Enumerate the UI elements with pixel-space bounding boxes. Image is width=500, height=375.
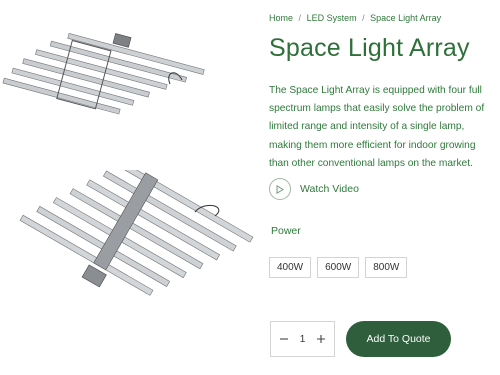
power-option-400w[interactable]: 400W [269,257,312,278]
watch-video-button[interactable]: Watch Video [269,178,359,200]
add-to-quote-button[interactable]: Add To Quote [346,321,451,357]
power-options: 400W 600W 800W [269,257,408,278]
play-icon[interactable] [269,178,291,200]
minus-icon[interactable] [277,332,291,346]
power-option-600w[interactable]: 600W [317,257,360,278]
power-option-800w[interactable]: 800W [365,257,408,278]
breadcrumb-separator: / [298,13,302,23]
breadcrumb-home[interactable]: Home [269,13,293,23]
page-title: Space Light Array [269,34,470,62]
watch-video-label[interactable]: Watch Video [300,183,359,195]
breadcrumb-current: Space Light Array [370,13,442,23]
breadcrumb-led-system[interactable]: LED System [307,13,357,23]
breadcrumb-separator: / [362,13,365,23]
quantity-stepper: 1 [270,321,335,357]
product-image-bottom[interactable] [0,170,260,370]
power-label: Power [271,225,301,237]
product-image-top[interactable] [0,0,260,165]
quantity-value[interactable]: 1 [300,334,306,345]
breadcrumb: Home / LED System / Space Light Array [269,13,441,23]
product-description: The Space Light Array is equipped with f… [269,85,485,169]
plus-icon[interactable] [314,332,328,346]
product-info: Home / LED System / Space Light Array Sp… [269,0,494,375]
product-gallery [0,0,260,375]
